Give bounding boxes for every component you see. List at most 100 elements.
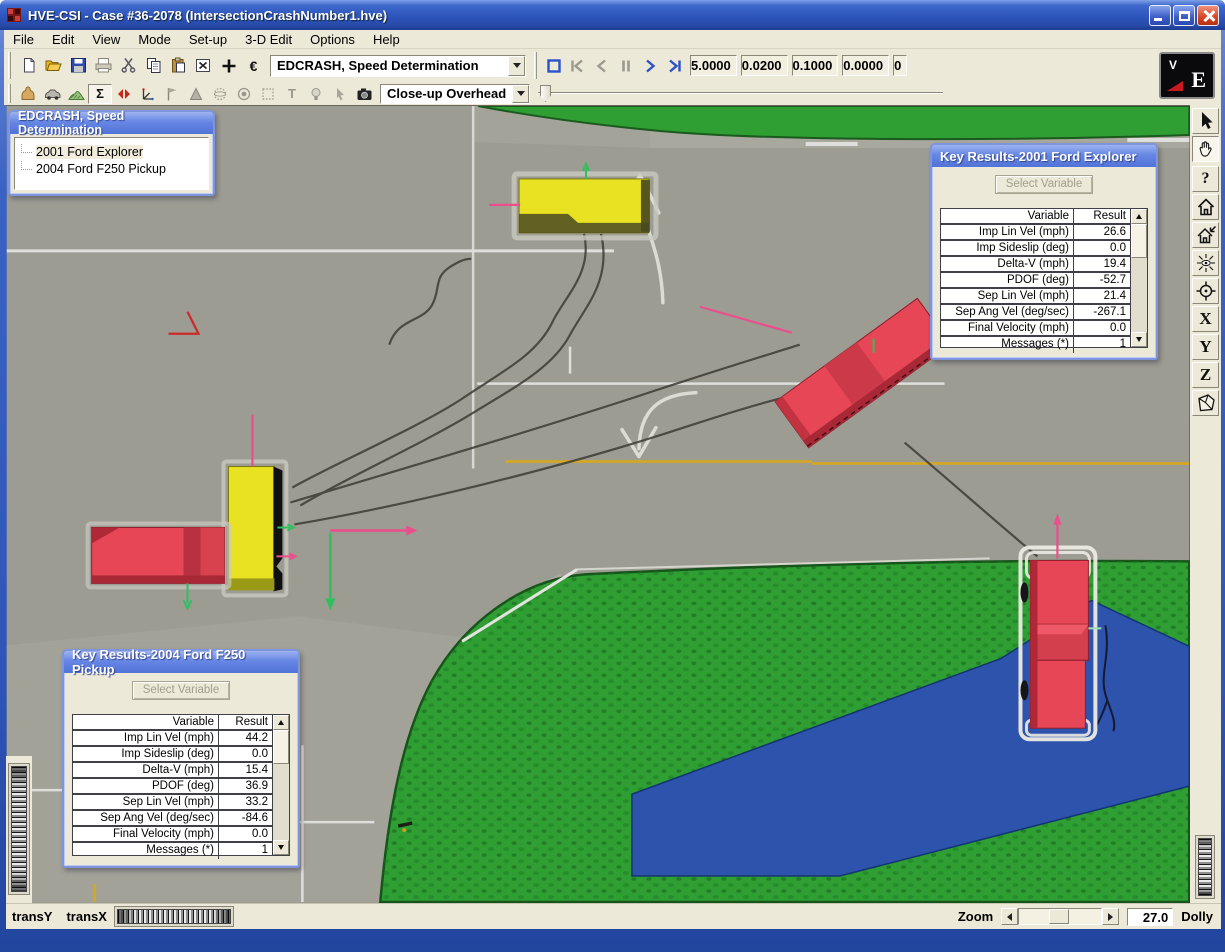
time-field[interactable]: 0 bbox=[893, 55, 907, 76]
toolbar-grip2[interactable] bbox=[8, 84, 11, 102]
mesh-plane-icon[interactable] bbox=[256, 84, 280, 104]
pick-icon[interactable] bbox=[328, 84, 352, 104]
result-row: Messages (*) 1 bbox=[73, 843, 272, 859]
z-axis-button[interactable]: Z bbox=[1192, 362, 1219, 388]
x-axis-button[interactable]: X bbox=[1192, 306, 1219, 332]
menu-item[interactable]: 3-D Edit bbox=[236, 32, 301, 47]
stop-button[interactable] bbox=[542, 56, 566, 76]
results-scrollbar[interactable] bbox=[272, 715, 289, 855]
tree-item[interactable]: 2001 Ford Explorer bbox=[15, 143, 208, 160]
paste-icon[interactable] bbox=[166, 54, 191, 78]
scrollbar-thumb[interactable] bbox=[1131, 224, 1147, 258]
save-icon[interactable] bbox=[66, 54, 91, 78]
menu-item[interactable]: Help bbox=[364, 32, 409, 47]
event-tree-header[interactable]: EDCRASH, Speed Determination bbox=[10, 112, 213, 134]
event-combobox-value: EDCRASH, Speed Determination bbox=[271, 58, 485, 73]
pointer-button[interactable] bbox=[1192, 108, 1219, 134]
dolly-thumbwheel[interactable] bbox=[1198, 838, 1212, 896]
print-icon[interactable] bbox=[91, 54, 116, 78]
results-scrollbar[interactable] bbox=[1130, 209, 1147, 347]
menu-item[interactable]: Set-up bbox=[180, 32, 236, 47]
camera-icon[interactable] bbox=[352, 84, 376, 104]
pan-button[interactable] bbox=[1192, 136, 1219, 162]
help-button[interactable]: ? bbox=[1192, 166, 1219, 192]
maximize-button[interactable] bbox=[1173, 5, 1195, 26]
camera-type-button[interactable] bbox=[1192, 390, 1219, 416]
rotate-y-thumbwheel[interactable] bbox=[11, 766, 27, 892]
scroll-up-button[interactable] bbox=[273, 715, 289, 730]
view-all-button[interactable] bbox=[1192, 250, 1219, 276]
event-icon[interactable]: € bbox=[241, 54, 266, 78]
help-icon: ? bbox=[1202, 170, 1210, 188]
scroll-down-button[interactable] bbox=[273, 840, 289, 855]
play-button[interactable] bbox=[638, 56, 662, 76]
result-variable-cell: Messages (*) bbox=[73, 843, 219, 859]
title-bar[interactable]: HVE-CSI - Case #36-2078 (IntersectionCra… bbox=[0, 0, 1225, 30]
view-combobox-arrow[interactable] bbox=[512, 85, 529, 103]
new-icon[interactable] bbox=[16, 54, 41, 78]
time-field[interactable]: 5.0000 bbox=[690, 55, 737, 76]
home-button[interactable] bbox=[1192, 194, 1219, 220]
menu-item[interactable]: Options bbox=[301, 32, 364, 47]
time-field[interactable]: 0.0000 bbox=[842, 55, 889, 76]
toolbar-grip[interactable] bbox=[8, 52, 11, 78]
pause-button[interactable] bbox=[614, 56, 638, 76]
target-icon[interactable] bbox=[232, 84, 256, 104]
scroll-down-button[interactable] bbox=[1131, 332, 1147, 347]
step-back-button[interactable] bbox=[590, 56, 614, 76]
pointer-icon bbox=[1195, 110, 1217, 132]
scrollbar-thumb[interactable] bbox=[273, 730, 289, 764]
time-slider[interactable] bbox=[538, 85, 943, 102]
zoom-increase-button[interactable] bbox=[1102, 908, 1119, 925]
scroll-up-button[interactable] bbox=[1131, 209, 1147, 224]
trans-x-thumbwheel[interactable] bbox=[117, 909, 231, 924]
calculate-icon[interactable]: Σ bbox=[88, 84, 112, 104]
close-view-icon[interactable] bbox=[191, 54, 216, 78]
go-to-end-button[interactable] bbox=[662, 56, 686, 76]
close-button[interactable] bbox=[1197, 5, 1219, 26]
flag-icon[interactable] bbox=[160, 84, 184, 104]
text-icon[interactable]: T bbox=[280, 84, 304, 104]
cut-icon[interactable] bbox=[116, 54, 141, 78]
time-fields: 5.00000.02000.10000.00000 bbox=[686, 55, 907, 76]
vehicle-yellow-impact-position[interactable] bbox=[489, 164, 656, 238]
time-slider-thumb[interactable] bbox=[540, 85, 551, 102]
environment-icon[interactable] bbox=[64, 84, 88, 104]
result-variable-cell: Sep Ang Vel (deg/sec) bbox=[73, 811, 219, 825]
vehicle-icon[interactable] bbox=[40, 84, 64, 104]
select-variable-button-2[interactable]: Select Variable bbox=[132, 681, 230, 700]
zoom-slider[interactable] bbox=[1018, 908, 1102, 925]
axes-icon[interactable] bbox=[136, 84, 160, 104]
playback-options-icon[interactable] bbox=[112, 84, 136, 104]
zoom-slider-thumb[interactable] bbox=[1049, 909, 1069, 924]
minimize-button[interactable] bbox=[1149, 5, 1171, 26]
menu-item[interactable]: Mode bbox=[129, 32, 180, 47]
time-field[interactable]: 0.1000 bbox=[792, 55, 839, 76]
event-combobox[interactable]: EDCRASH, Speed Determination bbox=[270, 55, 526, 77]
key-results-pickup-header[interactable]: Key Results-2004 Ford F250 Pickup bbox=[64, 651, 298, 673]
time-field[interactable]: 0.0200 bbox=[741, 55, 788, 76]
light-icon[interactable] bbox=[304, 84, 328, 104]
result-variable-cell: Imp Sideslip (deg) bbox=[941, 241, 1074, 255]
copy-icon[interactable] bbox=[141, 54, 166, 78]
seek-button[interactable] bbox=[1192, 278, 1219, 304]
open-icon[interactable] bbox=[41, 54, 66, 78]
key-results-explorer-header[interactable]: Key Results-2001 Ford Explorer bbox=[932, 145, 1156, 167]
event-combobox-arrow[interactable] bbox=[508, 56, 525, 76]
y-axis-button[interactable]: Y bbox=[1192, 334, 1219, 360]
set-home-button[interactable] bbox=[1192, 222, 1219, 248]
zoom-value-field[interactable]: 27.0 bbox=[1127, 908, 1173, 926]
zoom-decrease-button[interactable] bbox=[1001, 908, 1018, 925]
add-object-icon[interactable] bbox=[216, 54, 241, 78]
go-to-start-button[interactable] bbox=[566, 56, 590, 76]
select-variable-button[interactable]: Select Variable bbox=[995, 175, 1093, 194]
cone-icon[interactable] bbox=[184, 84, 208, 104]
human-icon[interactable] bbox=[16, 84, 40, 104]
menu-item[interactable]: File bbox=[4, 32, 43, 47]
tree-item[interactable]: 2004 Ford F250 Pickup bbox=[15, 160, 208, 177]
menu-item[interactable]: Edit bbox=[43, 32, 83, 47]
results-table-header: Variable Result bbox=[73, 715, 272, 731]
view-combobox[interactable]: Close-up Overhead bbox=[380, 84, 530, 104]
mesh-sphere-icon[interactable] bbox=[208, 84, 232, 104]
menu-item[interactable]: View bbox=[83, 32, 129, 47]
